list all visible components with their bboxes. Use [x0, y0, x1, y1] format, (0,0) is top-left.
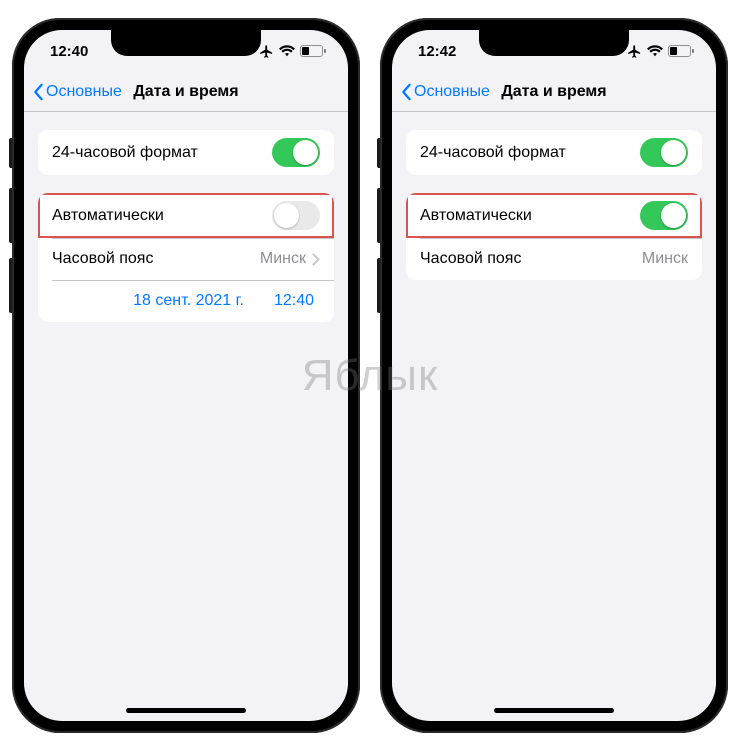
timezone-value: Минск	[260, 250, 306, 268]
toggle-auto[interactable]	[272, 201, 320, 230]
row-label: Автоматически	[52, 207, 164, 225]
toggle-auto[interactable]	[640, 201, 688, 230]
settings-group-2: Автоматически Часовой пояс Минск 18 сент…	[38, 193, 334, 322]
time-button[interactable]: 12:40	[274, 292, 314, 310]
notch	[479, 30, 629, 56]
status-time: 12:42	[418, 43, 456, 60]
phone-frame-left: 12:40 Основные Дата и время	[12, 18, 360, 733]
row-24h-format: 24-часовой формат	[38, 130, 334, 175]
content: 24-часовой формат Автоматически Часовой …	[24, 112, 348, 322]
row-datetime: 18 сент. 2021 г. 12:40	[38, 280, 334, 322]
screen: 12:42 Основные Дата и время	[392, 30, 716, 721]
row-label: Часовой пояс	[420, 250, 521, 268]
row-label: Автоматически	[420, 207, 532, 225]
back-button[interactable]: Основные	[32, 83, 122, 101]
nav-bar: Основные Дата и время	[24, 72, 348, 112]
row-timezone[interactable]: Часовой пояс Минск	[38, 238, 334, 280]
row-label: 24-часовой формат	[52, 144, 198, 162]
row-label: 24-часовой формат	[420, 144, 566, 162]
row-24h-format: 24-часовой формат	[406, 130, 702, 175]
row-auto: Автоматически	[38, 193, 334, 238]
status-time: 12:40	[50, 43, 88, 60]
settings-group-2: Автоматически Часовой пояс Минск	[406, 193, 702, 280]
timezone-value: Минск	[642, 250, 688, 268]
wifi-icon	[647, 45, 663, 57]
airplane-icon	[627, 44, 642, 59]
airplane-icon	[259, 44, 274, 59]
home-indicator[interactable]	[126, 708, 246, 713]
battery-icon	[668, 45, 694, 57]
settings-group-1: 24-часовой формат	[38, 130, 334, 175]
content: 24-часовой формат Автоматически Часовой …	[392, 112, 716, 280]
wifi-icon	[279, 45, 295, 57]
status-icons	[627, 44, 694, 59]
row-value: Минск	[642, 250, 688, 268]
date-button[interactable]: 18 сент. 2021 г.	[133, 292, 244, 310]
row-timezone: Часовой пояс Минск	[406, 238, 702, 280]
nav-bar: Основные Дата и время	[392, 72, 716, 112]
phone-frame-right: 12:42 Основные Дата и время	[380, 18, 728, 733]
screen: 12:40 Основные Дата и время	[24, 30, 348, 721]
notch	[111, 30, 261, 56]
row-value: Минск	[260, 250, 320, 268]
settings-group-1: 24-часовой формат	[406, 130, 702, 175]
chevron-left-icon	[32, 83, 44, 101]
home-indicator[interactable]	[494, 708, 614, 713]
toggle-24h[interactable]	[640, 138, 688, 167]
chevron-right-icon	[312, 253, 320, 266]
toggle-24h[interactable]	[272, 138, 320, 167]
row-auto: Автоматически	[406, 193, 702, 238]
back-label: Основные	[414, 83, 490, 101]
back-label: Основные	[46, 83, 122, 101]
battery-icon	[300, 45, 326, 57]
status-icons	[259, 44, 326, 59]
row-label: Часовой пояс	[52, 250, 153, 268]
back-button[interactable]: Основные	[400, 83, 490, 101]
chevron-left-icon	[400, 83, 412, 101]
